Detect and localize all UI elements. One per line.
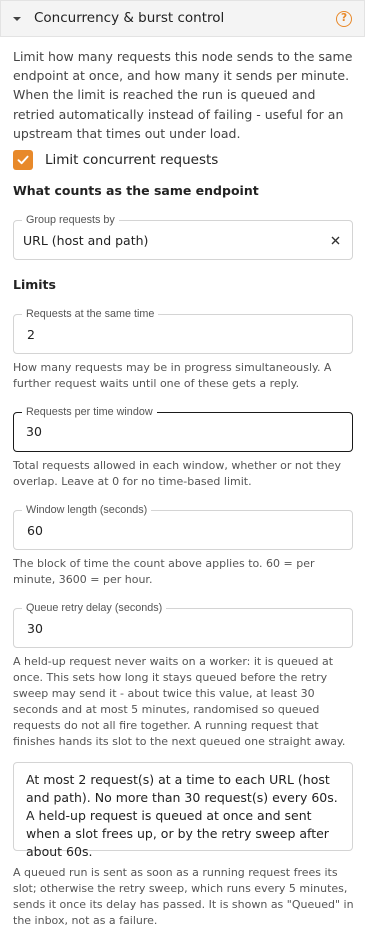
same-time-label: Requests at the same time [22, 307, 159, 321]
window-length-input[interactable]: Window length (seconds) 60 [13, 503, 353, 550]
per-window-label: Requests per time window [22, 405, 157, 419]
chevron-down-icon[interactable] [11, 13, 23, 25]
group-by-label: Group requests by [22, 213, 119, 227]
retry-delay-value[interactable]: 30 [27, 620, 43, 637]
same-time-value[interactable]: 2 [27, 326, 35, 343]
per-window-value[interactable]: 30 [26, 423, 42, 440]
question-circle-icon[interactable]: ? [336, 11, 352, 27]
limit-concurrent-label[interactable]: Limit concurrent requests [45, 152, 218, 168]
limit-concurrent-toggle[interactable]: Limit concurrent requests [13, 150, 218, 170]
panel-title: Concurrency & burst control [34, 10, 225, 26]
summary-text: At most 2 request(s) at a time to each U… [26, 772, 338, 859]
limit-concurrent-checkbox[interactable] [13, 150, 33, 170]
window-length-label: Window length (seconds) [22, 503, 152, 517]
endpoint-section-heading: What counts as the same endpoint [13, 183, 259, 198]
retry-delay-label: Queue retry delay (seconds) [22, 601, 167, 615]
window-length-value[interactable]: 60 [27, 522, 43, 539]
same-time-input[interactable]: Requests at the same time 2 [13, 307, 353, 354]
retry-delay-help: A held-up request never waits on a worke… [13, 655, 346, 748]
summary-box: At most 2 request(s) at a time to each U… [13, 762, 353, 859]
window-length-help: The block of time the count above applie… [13, 557, 315, 586]
close-icon[interactable] [328, 233, 342, 247]
panel-header[interactable]: Concurrency & burst control ? [0, 0, 365, 37]
retry-delay-input[interactable]: Queue retry delay (seconds) 30 [13, 601, 353, 648]
limits-section-heading: Limits [13, 277, 56, 292]
per-window-input[interactable]: Requests per time window 30 [13, 405, 353, 452]
per-window-help: Total requests allowed in each window, w… [13, 459, 341, 488]
group-by-value[interactable]: URL (host and path) [23, 232, 148, 249]
checkmark-icon [17, 155, 29, 165]
group-by-select[interactable]: Group requests by URL (host and path) [13, 213, 353, 260]
footer-note: A queued run is sent as soon as a runnin… [13, 866, 354, 927]
same-time-help: How many requests may be in progress sim… [13, 361, 332, 390]
panel-description: Limit how many requests this node sends … [13, 49, 353, 141]
